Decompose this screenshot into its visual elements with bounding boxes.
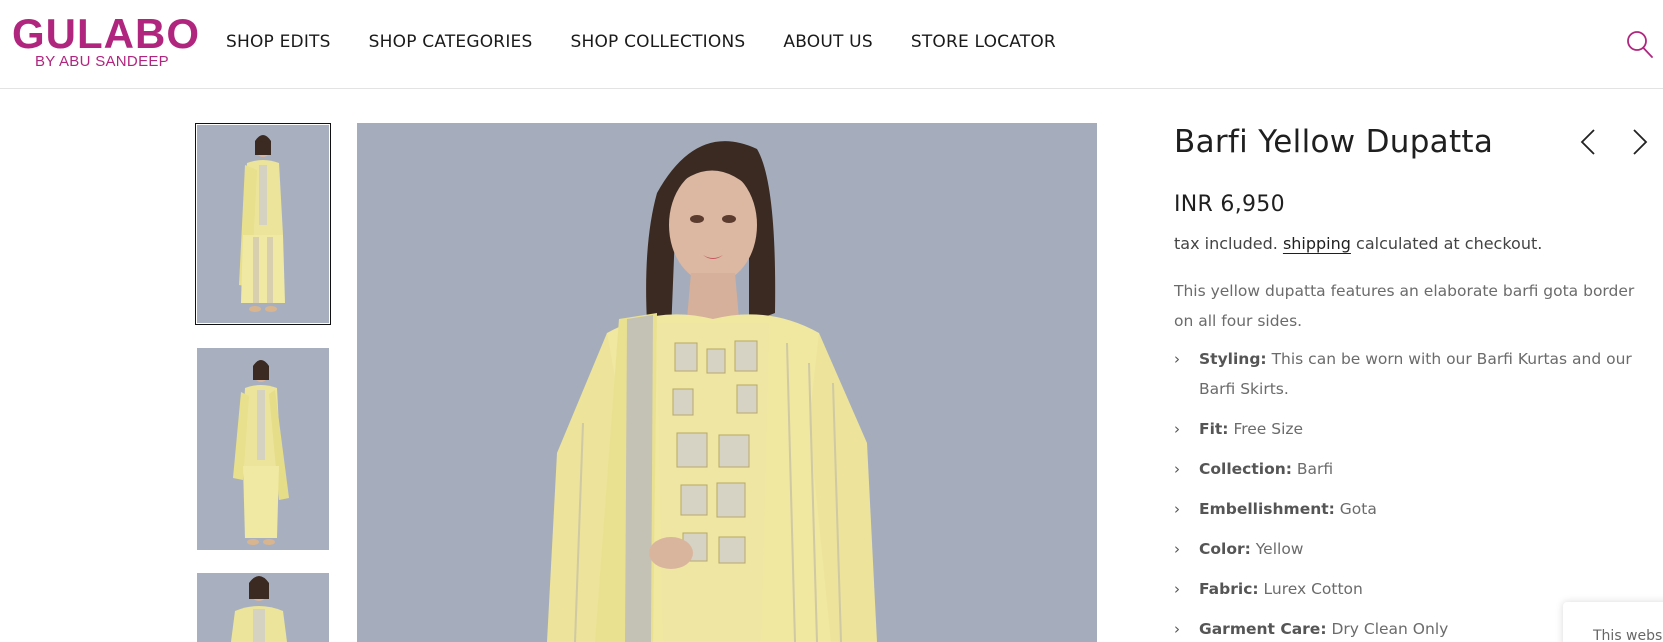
spec-value: Gota — [1339, 500, 1377, 518]
spec-item-embellishment: › Embellishment: Gota — [1174, 494, 1654, 524]
thumbnail-3[interactable] — [197, 573, 329, 642]
nav-item-store-locator[interactable]: STORE LOCATOR — [911, 32, 1056, 52]
spec-value: Yellow — [1255, 540, 1304, 558]
product-description: This yellow dupatta features an elaborat… — [1174, 282, 1635, 330]
chevron-right-icon: › — [1174, 420, 1180, 438]
chevron-right-icon: › — [1174, 540, 1180, 558]
product-pager — [1578, 128, 1663, 156]
spec-item-collection: › Collection: Barfi — [1174, 454, 1654, 484]
spec-label: Styling: — [1199, 350, 1267, 368]
spec-item-fabric: › Fabric: Lurex Cotton — [1174, 574, 1654, 604]
nav-item-shop-edits[interactable]: SHOP EDITS — [226, 32, 331, 52]
spec-label: Fabric: — [1199, 580, 1259, 598]
thumbnail-2[interactable] — [197, 348, 329, 550]
spec-value: Lurex Cotton — [1263, 580, 1363, 598]
chevron-right-icon: › — [1174, 350, 1180, 368]
spec-label: Fit: — [1199, 420, 1229, 438]
chevron-right-icon: › — [1174, 460, 1180, 478]
chevron-right-icon: › — [1174, 500, 1180, 518]
product-main-image[interactable] — [357, 123, 1097, 642]
spec-item-color: › Color: Yellow — [1174, 534, 1654, 564]
shipping-link[interactable]: shipping — [1283, 234, 1351, 253]
spec-item-styling: › Styling: This can be worn with our Bar… — [1174, 344, 1654, 404]
previous-product-icon[interactable] — [1578, 128, 1600, 156]
nav-item-about-us[interactable]: ABOUT US — [783, 32, 872, 52]
chevron-right-icon: › — [1174, 620, 1180, 638]
tax-suffix: calculated at checkout. — [1356, 234, 1543, 253]
cookie-notice[interactable]: This webs — [1563, 602, 1663, 642]
cookie-notice-text: This webs — [1593, 628, 1663, 642]
site-header: GULABO BY ABU SANDEEP SHOP EDITS SHOP CA… — [0, 0, 1663, 89]
tax-note: tax included. shipping calculated at che… — [1174, 234, 1542, 253]
brand-logo[interactable]: GULABO BY ABU SANDEEP — [12, 10, 200, 70]
tax-prefix: tax included. — [1174, 234, 1278, 253]
product-specs: › Styling: This can be worn with our Bar… — [1174, 344, 1654, 642]
nav-item-shop-categories[interactable]: SHOP CATEGORIES — [369, 32, 533, 52]
main-nav: SHOP EDITS SHOP CATEGORIES SHOP COLLECTI… — [226, 32, 1094, 52]
spec-item-fit: › Fit: Free Size — [1174, 414, 1654, 444]
spec-label: Garment Care: — [1199, 620, 1327, 638]
next-product-icon[interactable] — [1628, 128, 1650, 156]
spec-value: Dry Clean Only — [1331, 620, 1449, 638]
brand-name: GULABO — [12, 10, 200, 57]
nav-item-shop-collections[interactable]: SHOP COLLECTIONS — [570, 32, 745, 52]
product-price: INR 6,950 — [1174, 192, 1285, 217]
spec-label: Collection: — [1199, 460, 1292, 478]
chevron-right-icon: › — [1174, 580, 1180, 598]
search-icon[interactable] — [1626, 30, 1654, 60]
spec-value: Barfi — [1296, 460, 1334, 478]
thumbnail-1[interactable] — [195, 123, 331, 325]
spec-label: Color: — [1199, 540, 1251, 558]
spec-label: Embellishment: — [1199, 500, 1335, 518]
spec-value: Free Size — [1233, 420, 1304, 438]
brand-tagline: BY ABU SANDEEP — [35, 53, 169, 70]
